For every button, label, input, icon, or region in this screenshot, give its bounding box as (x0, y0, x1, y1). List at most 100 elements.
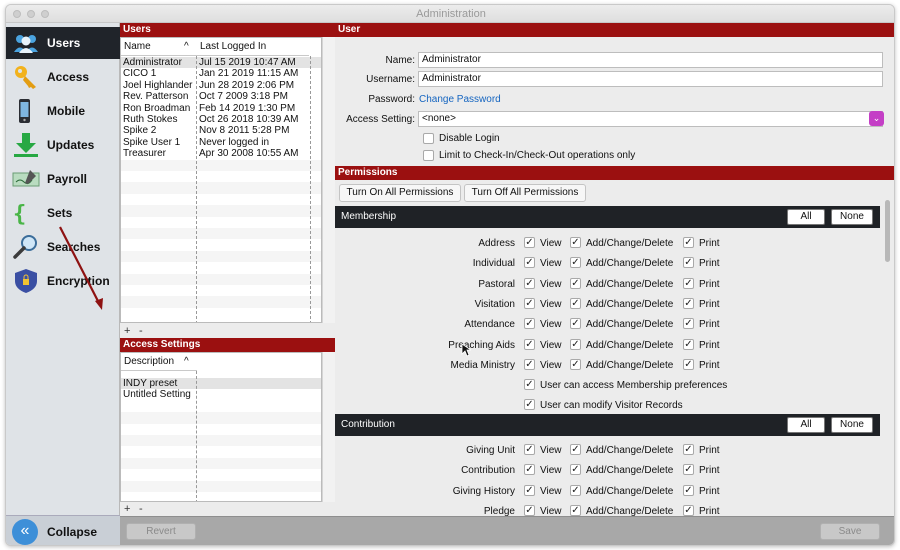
print-checkbox[interactable]: ✓ (683, 358, 694, 370)
view-checkbox[interactable]: ✓ (524, 358, 535, 370)
column-divider (196, 371, 197, 501)
sidebar-item-payroll[interactable]: Payroll (6, 163, 120, 195)
column-header-name[interactable]: Name ^ (121, 38, 197, 56)
contribution-all-button[interactable]: All (787, 417, 825, 433)
permissions-scrollbar[interactable] (885, 200, 890, 262)
sidebar-item-users[interactable]: Users (6, 27, 120, 59)
table-row[interactable]: CICO 1 Jan 21 2019 11:15 AM (121, 68, 321, 79)
user-name-cell: Joel Highlander (123, 79, 193, 91)
add-change-delete-label: Add/Change/Delete (586, 339, 674, 351)
column-header-last-logged-in[interactable]: Last Logged In (197, 38, 309, 56)
view-label: View (540, 445, 562, 456)
revert-button[interactable]: Revert (126, 523, 196, 540)
add-change-delete-checkbox[interactable]: ✓ (570, 504, 581, 516)
print-checkbox[interactable]: ✓ (683, 338, 694, 350)
column-divider (196, 56, 197, 322)
view-checkbox[interactable]: ✓ (524, 444, 535, 455)
membership-all-button[interactable]: All (787, 209, 825, 225)
table-row[interactable]: Administrator Jul 15 2019 10:47 AM (121, 57, 321, 69)
permission-label: Individual (472, 258, 515, 270)
print-checkbox[interactable]: ✓ (683, 444, 694, 455)
membership-none-button[interactable]: None (831, 209, 873, 225)
sidebar-item-sets[interactable]: { } Sets (6, 197, 120, 229)
contribution-none-button[interactable]: None (831, 417, 873, 433)
remove-access-setting-button[interactable]: - (139, 503, 143, 515)
list-item[interactable]: Untitled Setting (121, 389, 321, 400)
print-checkbox[interactable]: ✓ (683, 277, 694, 289)
table-row[interactable]: Treasurer Apr 30 2008 10:55 AM (121, 148, 321, 159)
print-checkbox[interactable]: ✓ (683, 297, 694, 309)
table-row[interactable]: Ron Broadman Feb 14 2019 1:30 PM (121, 103, 321, 114)
add-change-delete-checkbox[interactable]: ✓ (570, 237, 581, 248)
sidebar-item-access[interactable]: Access (6, 61, 120, 93)
print-checkbox[interactable]: ✓ (683, 484, 694, 496)
print-checkbox[interactable]: ✓ (683, 257, 694, 269)
chevron-down-icon[interactable]: ⌄ (869, 111, 884, 126)
view-checkbox[interactable]: ✓ (524, 338, 535, 350)
add-change-delete-checkbox[interactable]: ✓ (570, 277, 581, 289)
view-checkbox[interactable]: ✓ (524, 297, 535, 309)
collapse-button[interactable]: « Collapse (6, 515, 120, 545)
table-row[interactable]: Spike 2 Nov 8 2011 5:28 PM (121, 125, 321, 136)
sidebar-item-encryption[interactable]: Encryption (6, 265, 120, 297)
membership-section-header: Membership All None (335, 206, 880, 228)
limit-checkin-checkbox[interactable] (423, 150, 434, 161)
membership-section-title: Membership (341, 211, 397, 222)
permissions-header: Permissions (335, 166, 894, 180)
change-password-link[interactable]: Change Password (419, 94, 501, 105)
view-checkbox[interactable]: ✓ (524, 464, 535, 476)
add-change-delete-checkbox[interactable]: ✓ (570, 338, 581, 350)
add-change-delete-label: Add/Change/Delete (586, 258, 674, 270)
sidebar-item-label: Payroll (47, 172, 88, 186)
list-item[interactable]: INDY preset (121, 378, 321, 390)
print-checkbox[interactable]: ✓ (683, 504, 694, 516)
turn-off-all-permissions-button[interactable]: Turn Off All Permissions (464, 184, 586, 202)
access-settings-list[interactable]: Description ^ INDY preset Untitled Settin… (120, 352, 322, 502)
column-header-description[interactable]: Description ^ (121, 353, 197, 371)
last-logged-in-cell: Oct 7 2009 3:18 PM (199, 91, 288, 103)
print-checkbox[interactable]: ✓ (683, 318, 694, 330)
table-row[interactable]: Joel Highlander Jun 28 2019 2:06 PM (121, 80, 321, 91)
sidebar-item-searches[interactable]: Searches (6, 231, 120, 263)
add-change-delete-checkbox[interactable]: ✓ (570, 444, 581, 455)
add-change-delete-checkbox[interactable]: ✓ (570, 318, 581, 330)
sidebar-item-mobile[interactable]: Mobile (6, 95, 120, 127)
disable-login-checkbox[interactable] (423, 133, 434, 144)
table-row[interactable]: Ruth Stokes Oct 26 2018 10:39 AM (121, 114, 321, 125)
permission-row: Media Ministry ✓ View ✓ Add/Change/Delete ✓ Pr… (335, 358, 880, 373)
name-field[interactable]: Administrator (418, 52, 883, 68)
add-change-delete-checkbox[interactable]: ✓ (570, 358, 581, 370)
download-icon (14, 133, 38, 157)
table-row[interactable]: Spike User 1 Never logged in (121, 137, 321, 148)
access-setting-select[interactable]: <none> (418, 111, 883, 127)
add-access-setting-button[interactable]: + (124, 503, 130, 515)
permission-label: Visitation (474, 298, 515, 310)
contribution-section-title: Contribution (341, 419, 395, 430)
view-checkbox[interactable]: ✓ (524, 237, 535, 248)
print-checkbox[interactable]: ✓ (683, 464, 694, 476)
add-change-delete-checkbox[interactable]: ✓ (570, 297, 581, 309)
view-checkbox[interactable]: ✓ (524, 504, 535, 516)
view-checkbox[interactable]: ✓ (524, 484, 535, 496)
visitor-records-checkbox[interactable]: ✓ (524, 399, 535, 410)
add-user-button[interactable]: + (124, 325, 130, 337)
save-button[interactable]: Save (820, 523, 880, 540)
access-list-scrollbar[interactable] (322, 352, 335, 502)
username-field[interactable]: Administrator (418, 71, 883, 87)
add-change-delete-checkbox[interactable]: ✓ (570, 484, 581, 496)
user-name-cell: CICO 1 (123, 68, 157, 80)
sidebar-item-label: Encryption (47, 274, 110, 288)
remove-user-button[interactable]: - (139, 325, 143, 337)
view-checkbox[interactable]: ✓ (524, 257, 535, 269)
sidebar-item-updates[interactable]: Updates (6, 129, 120, 161)
add-change-delete-checkbox[interactable]: ✓ (570, 257, 581, 269)
turn-on-all-permissions-button[interactable]: Turn On All Permissions (339, 184, 461, 202)
contribution-section-header: Contribution All None (335, 414, 880, 436)
add-change-delete-checkbox[interactable]: ✓ (570, 464, 581, 476)
table-row[interactable]: Rev. Patterson Oct 7 2009 3:18 PM (121, 91, 321, 102)
membership-preferences-checkbox[interactable]: ✓ (524, 379, 535, 390)
view-checkbox[interactable]: ✓ (524, 277, 535, 289)
users-list[interactable]: Name ^ Last Logged In Administrator Jul 1… (120, 37, 322, 323)
view-checkbox[interactable]: ✓ (524, 318, 535, 330)
print-checkbox[interactable]: ✓ (683, 237, 694, 248)
